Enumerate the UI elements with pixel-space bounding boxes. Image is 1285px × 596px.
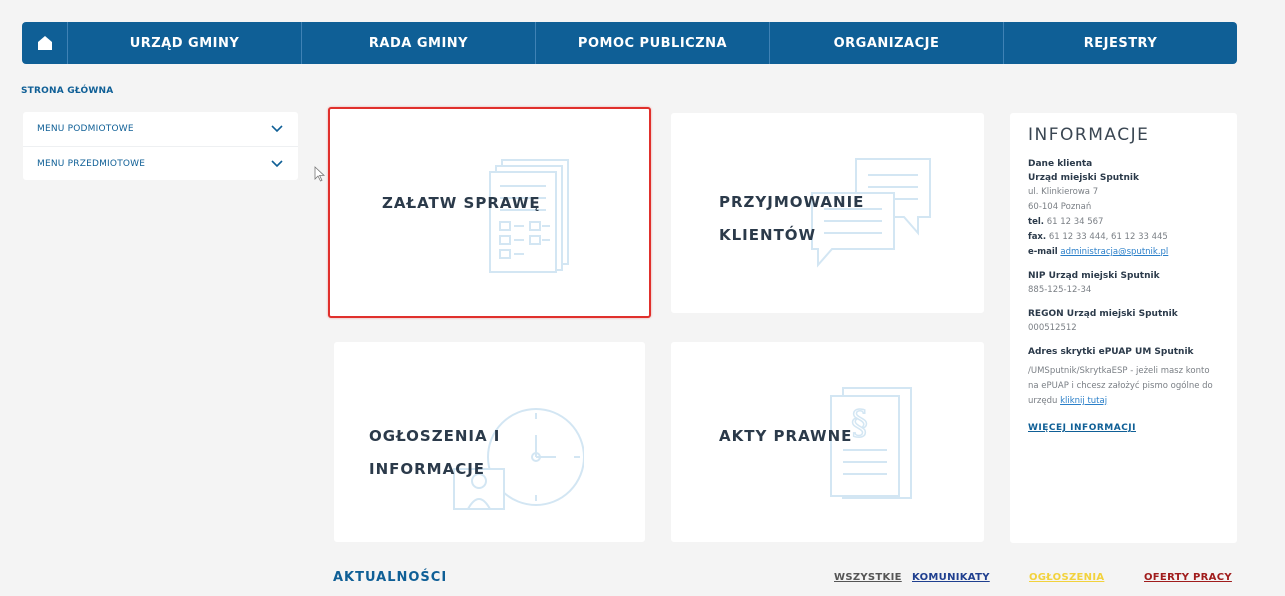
tile-title-line-1: OGŁOSZENIA I: [369, 427, 501, 445]
tile-title: OGŁOSZENIA I INFORMACJE: [369, 420, 500, 486]
main-navigation: URZĄD GMINY RADA GMINY POMOC PUBLICZNA O…: [22, 22, 1237, 64]
news-tab-all[interactable]: WSZYSTKIE: [834, 572, 902, 583]
sidebar-item-label: MENU PODMIOTOWE: [37, 124, 134, 134]
more-info-link[interactable]: WIĘCEJ INFORMACJI: [1028, 423, 1136, 433]
fax-label: fax.: [1028, 232, 1047, 242]
sidebar-menu: MENU PODMIOTOWE MENU PRZEDMIOTOWE: [23, 112, 298, 180]
info-title: INFORMACJE: [1028, 125, 1150, 145]
office-phone: tel. 61 12 34 567: [1028, 215, 1219, 230]
tile-title-line-2: INFORMACJE: [369, 460, 486, 478]
regon-label: REGON Urząd miejski Sputnik: [1028, 309, 1178, 319]
news-tab-job-offers[interactable]: OFERTY PRACY: [1144, 572, 1232, 583]
sidebar-item-menu-przedmiotowe[interactable]: MENU PRZEDMIOTOWE: [23, 146, 298, 180]
tile-title-line-1: AKTY PRAWNE: [719, 427, 853, 445]
office-fax: fax. 61 12 33 444, 61 12 33 445: [1028, 230, 1219, 245]
chevron-down-icon: [270, 157, 284, 171]
tile-title-line-1: PRZYJMOWANIE: [719, 193, 865, 211]
client-data-label: Dane klienta: [1028, 159, 1093, 169]
nav-item-organizacje[interactable]: ORGANIZACJE: [770, 22, 1004, 64]
tile-title: ZAŁATW SPRAWĘ: [382, 187, 541, 220]
tile-title-line-2: KLIENTÓW: [719, 226, 817, 244]
nav-item-rada-gminy[interactable]: RADA GMINY: [302, 22, 536, 64]
info-panel: INFORMACJE Dane klienta Urząd miejski Sp…: [1010, 113, 1237, 543]
email-link[interactable]: administracja@sputnik.pl: [1060, 247, 1168, 257]
epuap-link[interactable]: kliknij tutaj: [1060, 396, 1107, 406]
email-label: e-mail: [1028, 247, 1058, 257]
office-name: Urząd miejski Sputnik: [1028, 173, 1139, 183]
tile-akty-prawne[interactable]: § AKTY PRAWNE: [671, 342, 984, 542]
epuap-text: /UMSputnik/SkrytkaESP - jeżeli masz kont…: [1028, 364, 1219, 409]
news-section-title: AKTUALNOŚCI: [333, 570, 448, 585]
tile-title: PRZYJMOWANIE KLIENTÓW: [719, 186, 864, 252]
tile-zalatw-sprawe[interactable]: ZAŁATW SPRAWĘ: [328, 107, 651, 318]
svg-text:§: §: [851, 403, 868, 443]
nav-item-urzad-gminy[interactable]: URZĄD GMINY: [68, 22, 302, 64]
news-tab-announcements[interactable]: KOMUNIKATY: [912, 572, 990, 583]
epuap-description: /UMSputnik/SkrytkaESP - jeżeli masz kont…: [1028, 366, 1213, 406]
epuap-label: Adres skrytki ePUAP UM Sputnik: [1028, 347, 1194, 357]
home-button[interactable]: [22, 22, 68, 64]
phone-value: 61 12 34 567: [1046, 217, 1104, 227]
breadcrumb[interactable]: STRONA GŁÓWNA: [21, 86, 113, 96]
nip-label: NIP Urząd miejski Sputnik: [1028, 271, 1160, 281]
tile-przyjmowanie-klientow[interactable]: PRZYJMOWANIE KLIENTÓW: [671, 113, 984, 313]
nip-value: 885-125-12-34: [1028, 285, 1092, 295]
tile-title: AKTY PRAWNE: [719, 420, 852, 453]
fax-value: 61 12 33 444, 61 12 33 445: [1048, 232, 1168, 242]
news-tab-notices[interactable]: OGŁOSZENIA: [1029, 572, 1104, 583]
tile-title-line-1: ZAŁATW SPRAWĘ: [382, 194, 541, 212]
nav-item-rejestry[interactable]: REJESTRY: [1004, 22, 1237, 64]
office-email: e-mail administracja@sputnik.pl: [1028, 245, 1219, 260]
office-street: ul. Klinkierowa 7: [1028, 187, 1099, 197]
home-icon: [37, 36, 52, 50]
nav-item-pomoc-publiczna[interactable]: POMOC PUBLICZNA: [536, 22, 770, 64]
regon-value: 000512512: [1028, 323, 1077, 333]
chevron-down-icon: [270, 122, 284, 136]
office-city: 60-104 Poznań: [1028, 202, 1092, 212]
sidebar-item-menu-podmiotowe[interactable]: MENU PODMIOTOWE: [23, 112, 298, 146]
sidebar-item-label: MENU PRZEDMIOTOWE: [37, 158, 146, 169]
phone-label: tel.: [1028, 217, 1044, 227]
mouse-cursor-icon: [314, 166, 326, 182]
tile-ogloszenia-i-informacje[interactable]: OGŁOSZENIA I INFORMACJE: [334, 342, 645, 542]
